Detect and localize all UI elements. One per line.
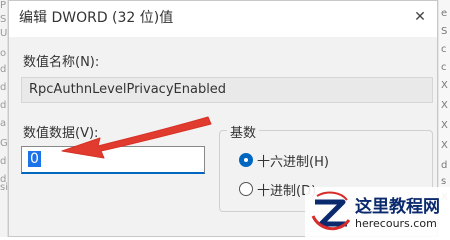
watermark: 这里教程网 herecours.com	[305, 187, 450, 237]
value-data-label: 数值数据(V):	[23, 126, 99, 141]
bg-fragment: X	[441, 140, 448, 151]
value-name-text: RpcAuthnLevelPrivacyEnabled	[29, 82, 227, 97]
bg-fragment: P	[0, 0, 7, 11]
bg-fragment: X	[441, 120, 448, 131]
value-data-input[interactable]: 0	[21, 146, 205, 174]
bg-fragment: U	[0, 28, 8, 39]
dialog-titlebar[interactable]: 编辑 DWORD (32 位)值 ✕	[9, 1, 437, 37]
watermark-logo-icon	[311, 191, 351, 231]
bg-fragment: d	[441, 160, 448, 171]
watermark-url: herecours.com	[355, 217, 437, 230]
bg-fragment: s	[441, 176, 447, 187]
bg-fragment: d	[0, 64, 7, 75]
bg-fragment: a	[0, 118, 7, 129]
value-name-label: 数值名称(N):	[23, 55, 100, 70]
bg-fragment: X	[441, 80, 448, 91]
bg-fragment: S	[441, 26, 448, 37]
bg-fragment: d	[0, 100, 7, 111]
bg-fragment: X	[441, 100, 448, 111]
bg-fragment: G	[0, 138, 8, 149]
background-window-left: P S U o d d d a G d d si	[0, 0, 8, 237]
bg-fragment: d	[0, 156, 7, 167]
value-data-text: 0	[28, 151, 41, 167]
bg-fragment: o	[0, 48, 7, 59]
bg-fragment: S	[0, 14, 7, 25]
watermark-title: 这里教程网	[355, 197, 440, 217]
radio-hexadecimal[interactable]: 十六进制(H)	[239, 151, 329, 170]
dialog-title: 编辑 DWORD (32 位)值	[19, 10, 174, 26]
radio-unselected-icon[interactable]	[239, 182, 253, 196]
close-icon[interactable]: ✕	[409, 6, 431, 28]
bg-fragment: si	[0, 182, 8, 193]
radio-hexadecimal-label: 十六进制(H)	[257, 154, 329, 170]
bg-fragment: c	[441, 62, 447, 73]
base-label: 基数	[227, 122, 260, 141]
value-name-field: RpcAuthnLevelPrivacyEnabled	[21, 77, 433, 103]
radio-selected-icon[interactable]	[239, 153, 253, 167]
bg-fragment: d	[0, 82, 7, 93]
bg-fragment: c	[441, 44, 447, 55]
bg-fragment: e	[441, 8, 448, 19]
